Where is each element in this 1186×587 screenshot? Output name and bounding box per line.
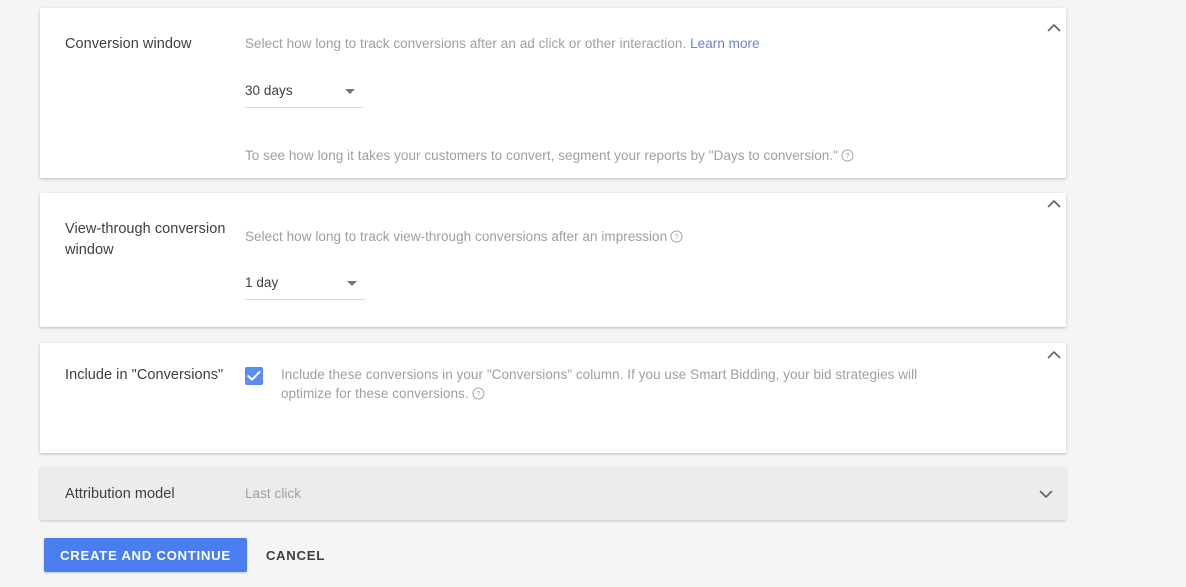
include-in-conversions-checkbox[interactable]: [245, 367, 263, 385]
chevron-up-icon: [1047, 24, 1061, 32]
help-icon[interactable]: ?: [841, 149, 854, 162]
settings-page: Conversion window Select how long to tra…: [0, 0, 1186, 587]
card-title-conversion-window: Conversion window: [65, 36, 192, 52]
action-bar: CREATE AND CONTINUE CANCEL: [44, 538, 337, 572]
collapse-toggle-view-through[interactable]: [1042, 192, 1066, 216]
chevron-up-icon: [1047, 200, 1061, 208]
chevron-up-icon: [1047, 351, 1061, 359]
chevron-down-icon: [347, 281, 357, 286]
attribution-model-row: Attribution model Last click: [40, 467, 1066, 520]
card-body-conversion-window: Select how long to track conversions aft…: [245, 8, 1066, 165]
svg-text:?: ?: [845, 153, 849, 160]
card-title-attribution-model: Attribution model: [65, 485, 175, 502]
include-conversions-checkbox-row: Include these conversions in your "Conve…: [245, 365, 1048, 403]
conversion-window-footnote: To see how long it takes your customers …: [245, 146, 1048, 165]
collapse-toggle-include-in-conversions[interactable]: [1042, 343, 1066, 367]
card-body-view-through-conversion-window: Select how long to track view-through co…: [245, 193, 1066, 300]
chevron-down-icon: [345, 89, 355, 94]
conversion-window-select-value: 30 days: [245, 83, 293, 98]
include-in-conversions-label-text: Include these conversions in your "Conve…: [281, 367, 918, 401]
check-icon: [247, 371, 261, 381]
conversion-window-select[interactable]: 30 days: [245, 80, 363, 108]
card-conversion-window: Conversion window Select how long to tra…: [40, 8, 1066, 178]
learn-more-link[interactable]: Learn more: [690, 36, 760, 51]
conversion-window-description: Select how long to track conversions aft…: [245, 32, 1048, 53]
help-icon[interactable]: ?: [472, 387, 485, 400]
collapse-toggle-attribution-model[interactable]: [1018, 482, 1066, 506]
view-through-window-select-value: 1 day: [245, 275, 279, 290]
card-view-through-conversion-window: View-through conversion window Select ho…: [40, 193, 1066, 327]
card-title-view-through-conversion-window: View-through conversion window: [65, 221, 226, 258]
create-and-continue-button[interactable]: CREATE AND CONTINUE: [44, 538, 247, 572]
card-title-include-in-conversions: Include in "Conversions": [65, 367, 224, 383]
view-through-description: Select how long to track view-through co…: [245, 217, 1048, 246]
svg-text:?: ?: [476, 391, 480, 398]
view-through-window-select[interactable]: 1 day: [245, 272, 365, 300]
cancel-button[interactable]: CANCEL: [254, 538, 337, 572]
conversion-window-footnote-text: To see how long it takes your customers …: [245, 148, 838, 163]
conversion-window-description-text: Select how long to track conversions aft…: [245, 36, 687, 51]
view-through-description-text: Select how long to track view-through co…: [245, 229, 668, 244]
help-icon[interactable]: ?: [670, 230, 683, 243]
card-include-in-conversions: Include in "Conversions" Include these c…: [40, 343, 1066, 453]
card-attribution-model[interactable]: Attribution model Last click: [40, 467, 1066, 520]
include-in-conversions-label: Include these conversions in your "Conve…: [281, 365, 941, 403]
svg-text:?: ?: [675, 234, 679, 241]
collapse-toggle-conversion-window[interactable]: [1042, 16, 1066, 40]
attribution-model-value: Last click: [245, 486, 302, 501]
chevron-down-icon: [1039, 490, 1053, 498]
card-body-include-in-conversions: Include these conversions in your "Conve…: [245, 343, 1066, 403]
